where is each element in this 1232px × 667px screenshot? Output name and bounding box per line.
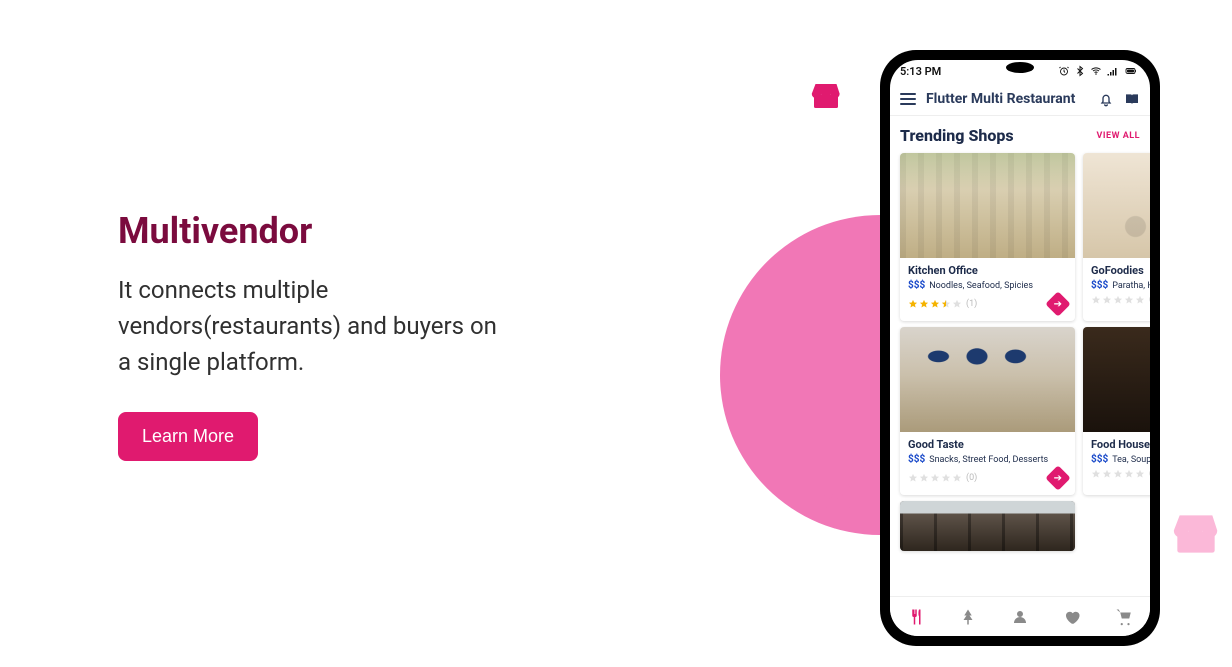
shop-card[interactable]: GoFoodies $$$ Paratha, Healthy Drink, So… [1083, 153, 1150, 321]
notification-bell-icon[interactable] [1098, 91, 1114, 107]
shop-categories: Snacks, Street Food, Desserts [929, 455, 1048, 465]
rating-stars: (0) [1091, 469, 1150, 479]
nav-categories-icon[interactable] [959, 608, 977, 626]
price-tier: $$$ [1091, 280, 1108, 291]
bottom-nav [890, 596, 1150, 636]
hamburger-menu-icon[interactable] [900, 93, 916, 105]
shop-image [900, 501, 1075, 551]
shop-image [900, 153, 1075, 258]
nav-profile-icon[interactable] [1011, 608, 1029, 626]
shop-categories: Noodles, Seafood, Spicies [929, 281, 1033, 291]
signal-icon [1106, 65, 1118, 77]
shop-categories: Paratha, Healthy Drink, Soft-Dr [1112, 281, 1150, 291]
shop-categories: Tea, Soup, Salad [1112, 455, 1150, 465]
shop-icon [820, 478, 856, 514]
rating-stars: (1) [908, 299, 977, 309]
shop-icon [808, 78, 844, 114]
wifi-icon [1090, 65, 1102, 77]
shop-card[interactable] [900, 501, 1075, 551]
shop-name: GoFoodies [1091, 264, 1150, 277]
view-all-link[interactable]: VIEW ALL [1097, 131, 1140, 141]
shop-image [1083, 153, 1150, 258]
learn-more-button[interactable]: Learn More [118, 412, 258, 461]
review-count: (0) [966, 473, 977, 483]
shop-image [1083, 327, 1150, 432]
phone-mockup: 5:13 PM Flutter Multi Restaurant Trendin… [880, 50, 1160, 646]
review-count: (0) [1149, 469, 1150, 479]
directions-icon[interactable]: ➔ [1045, 465, 1070, 490]
hero-description: It connects multiple vendors(restaurants… [118, 272, 508, 380]
shop-icon [1168, 506, 1224, 562]
shop-card[interactable]: Kitchen Office $$$ Noodles, Seafood, Spi… [900, 153, 1075, 321]
app-header: Flutter Multi Restaurant [890, 82, 1150, 116]
shop-name: Food House [1091, 438, 1150, 451]
review-count: (1) [966, 299, 977, 309]
directions-icon[interactable]: ➔ [1045, 291, 1070, 316]
price-tier: $$$ [1091, 454, 1108, 465]
battery-icon [1122, 65, 1140, 77]
shop-card[interactable]: Good Taste $$$ Snacks, Street Food, Dess… [900, 327, 1075, 495]
section-title: Trending Shops [900, 126, 1014, 145]
shop-name: Good Taste [908, 438, 1067, 451]
alarm-icon [1058, 65, 1070, 77]
status-time: 5:13 PM [900, 65, 941, 78]
nav-restaurants-icon[interactable] [907, 608, 925, 626]
shop-image [900, 327, 1075, 432]
review-count: (0) [1149, 295, 1150, 305]
camera-notch [1006, 62, 1034, 73]
shop-name: Kitchen Office [908, 264, 1067, 277]
app-title: Flutter Multi Restaurant [926, 91, 1088, 107]
shop-card[interactable]: Food House $$$ Tea, Soup, Salad (0) [1083, 327, 1150, 495]
rating-stars: (0) [1091, 295, 1150, 305]
price-tier: $$$ [908, 454, 925, 465]
hero-heading: Multivendor [118, 210, 508, 252]
price-tier: $$$ [908, 280, 925, 291]
menu-book-icon[interactable] [1124, 91, 1140, 107]
nav-favorites-icon[interactable] [1063, 608, 1081, 626]
bluetooth-icon [1074, 65, 1086, 77]
rating-stars: (0) [908, 473, 977, 483]
nav-cart-icon[interactable] [1115, 608, 1133, 626]
